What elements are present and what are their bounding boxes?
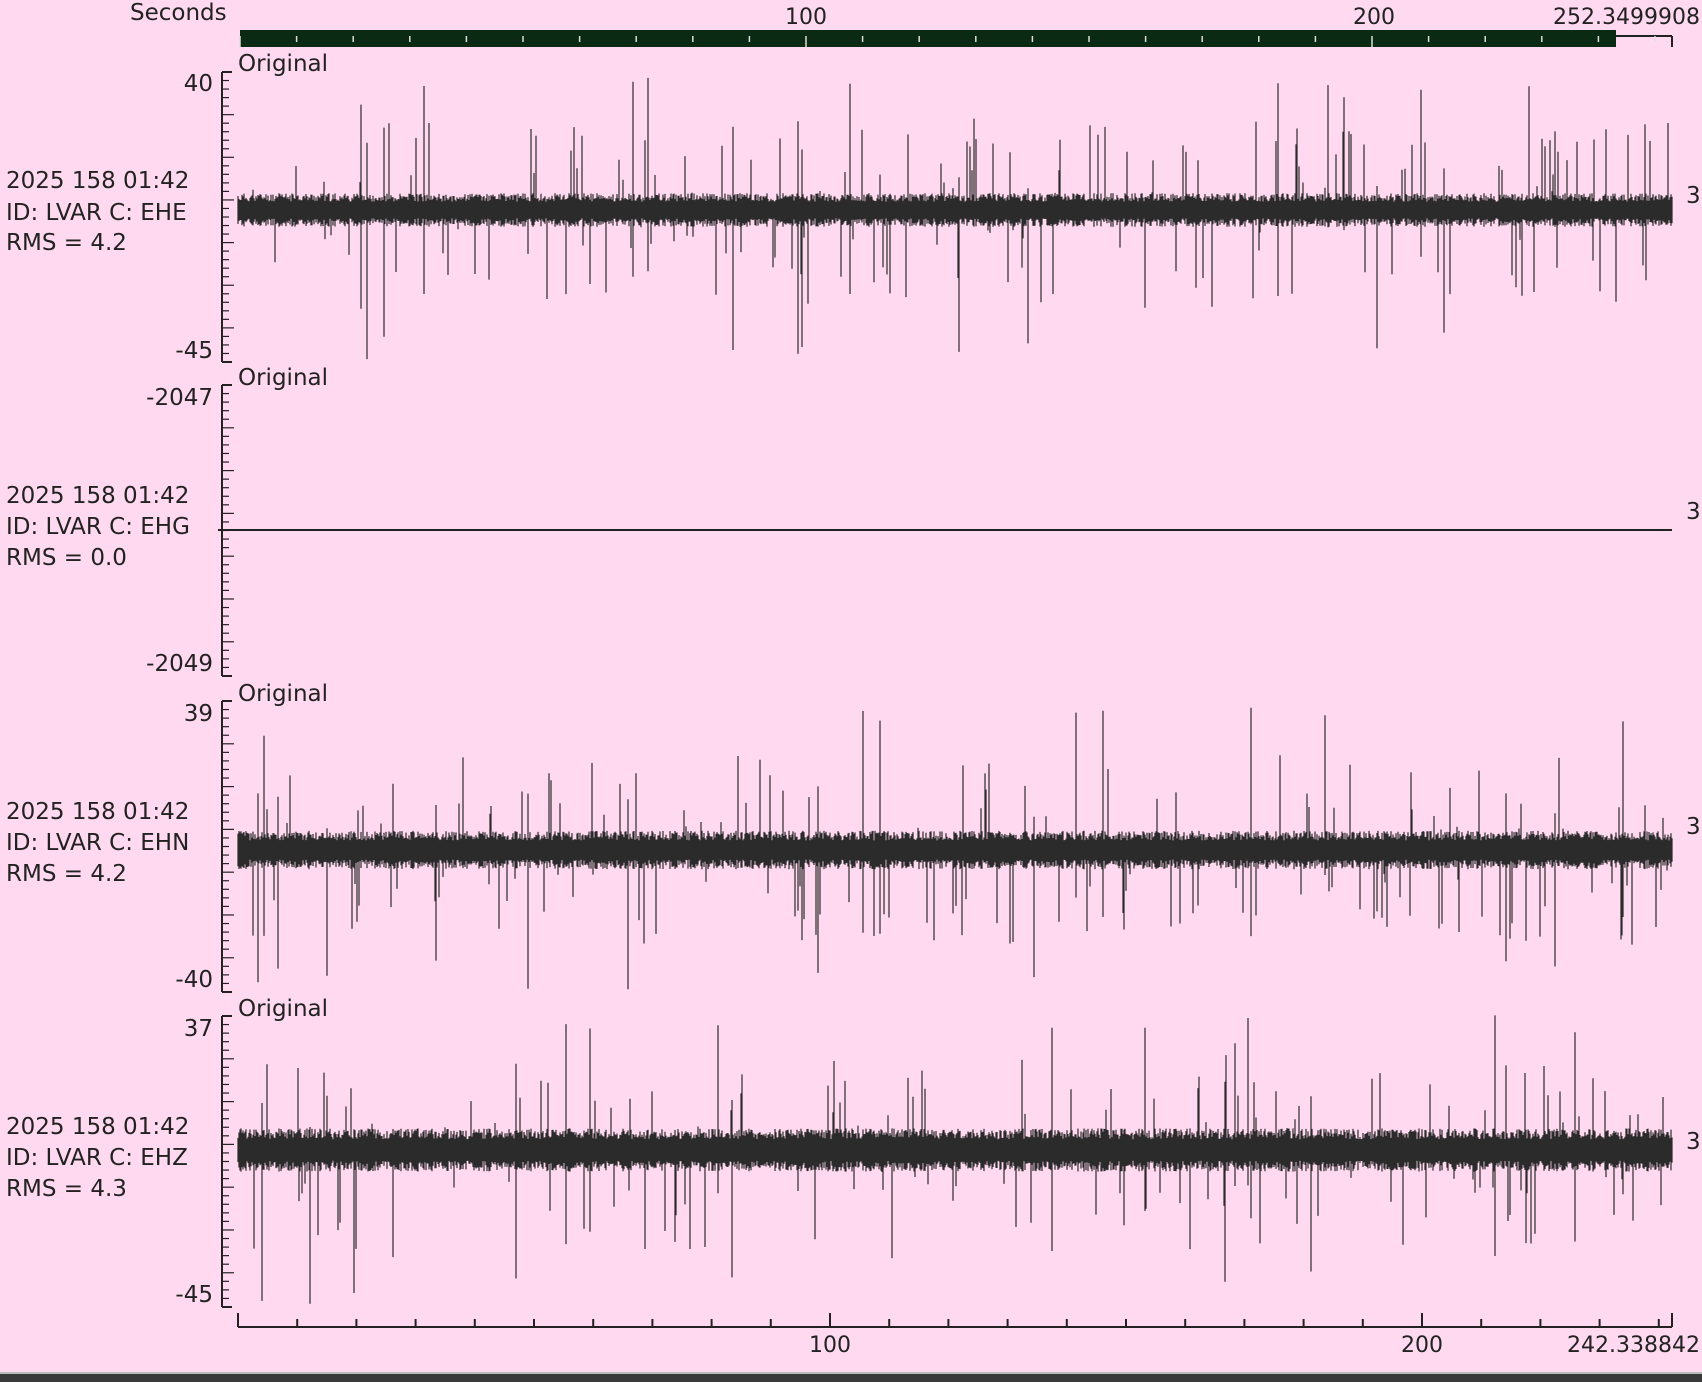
trace-id: ID: LVAR C: EHZ [6,1145,188,1171]
bottom-tick-label-100: 100 [809,1333,851,1358]
trace-rms: RMS = 4.2 [6,230,127,256]
seismogram-viewer[interactable]: Seconds 100 200 252.3499908 Original 40 … [0,0,1702,1380]
bottom-axis-end-label: 242.338842 [1567,1333,1700,1358]
trace-panel-ehn[interactable]: Original 39 -40 2025 158 01:42 ID: LVAR … [6,681,1701,993]
top-tick-label-200: 200 [1353,5,1395,30]
waveform-trace [237,1015,1673,1304]
bottom-time-axis: 100 200 242.338842 [237,1313,1700,1358]
trace-time: 2025 158 01:42 [6,799,189,825]
trace-header: Original [238,996,328,1022]
waveform-trace [237,707,1673,990]
top-axis-end-label: 252.3499908 [1553,5,1700,30]
trace-header: Original [238,365,328,391]
trace-id: ID: LVAR C: EHN [6,830,189,856]
trace-right-label: 3 [1686,183,1701,209]
y-max-label: 39 [184,701,213,727]
time-range-bar[interactable] [240,30,1616,47]
y-axis [221,1015,234,1308]
trace-time: 2025 158 01:42 [6,483,189,509]
y-min-label: -45 [175,338,213,364]
trace-time: 2025 158 01:42 [6,168,189,194]
bottom-tick-label-200: 200 [1401,1333,1443,1358]
y-max-label: 37 [184,1016,213,1042]
top-tick-label-100: 100 [785,5,827,30]
top-time-axis: Seconds 100 200 252.3499908 [130,0,1700,47]
y-max-label: 40 [184,71,213,97]
y-max-label: -2047 [146,385,213,411]
y-axis [221,700,234,993]
status-strip [0,1372,1702,1382]
y-min-label: -45 [175,1282,213,1308]
y-min-label: -40 [175,967,213,993]
trace-time: 2025 158 01:42 [6,1114,189,1140]
y-axis [221,71,234,363]
trace-header: Original [238,681,328,707]
top-axis-label: Seconds [130,0,227,26]
trace-id: ID: LVAR C: EHE [6,200,187,226]
waveform-trace [237,77,1673,360]
trace-right-label: 3 [1686,499,1701,525]
trace-panel-ehe[interactable]: Original 40 -45 2025 158 01:42 ID: LVAR … [6,51,1701,364]
trace-id: ID: LVAR C: EHG [6,514,190,540]
trace-rms: RMS = 0.0 [6,545,127,571]
trace-right-label: 3 [1686,1129,1701,1155]
trace-panel-ehg[interactable]: Original -2047 -2049 2025 158 01:42 ID: … [6,365,1701,677]
trace-rms: RMS = 4.2 [6,861,127,887]
trace-panel-ehz[interactable]: Original 37 -45 2025 158 01:42 ID: LVAR … [6,996,1701,1308]
trace-rms: RMS = 4.3 [6,1176,127,1202]
trace-header: Original [238,51,328,77]
trace-right-label: 3 [1686,814,1701,840]
y-min-label: -2049 [146,651,213,677]
